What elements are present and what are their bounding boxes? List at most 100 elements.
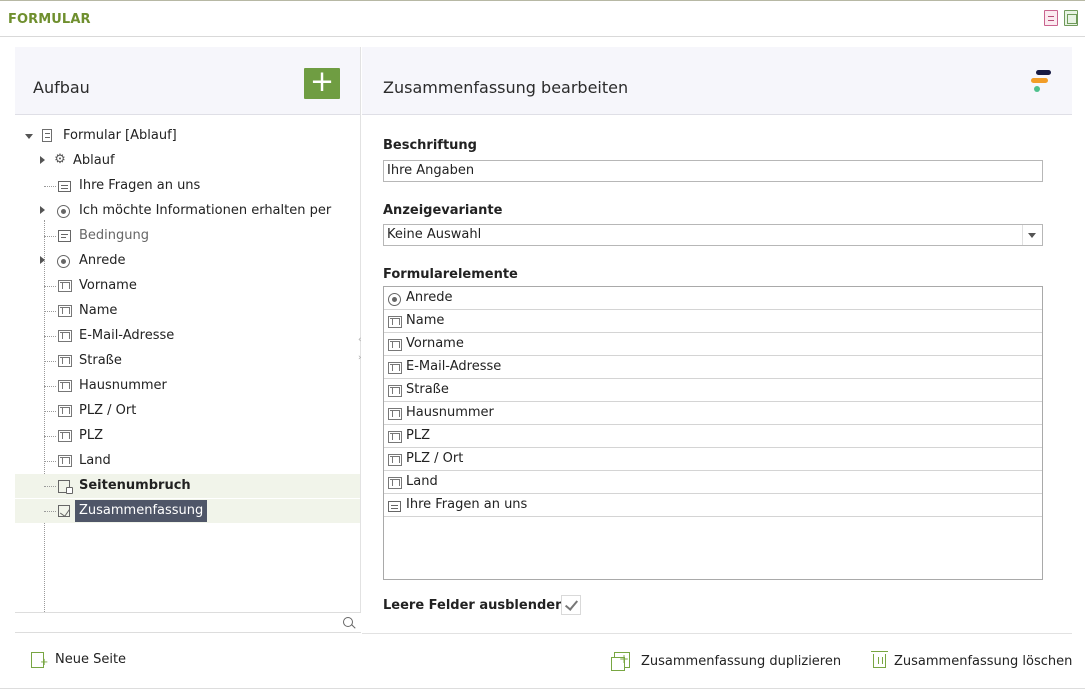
- tree-item-plz-ort[interactable]: PLZ / Ort: [15, 399, 360, 423]
- list-item[interactable]: Straße: [384, 379, 1042, 402]
- tree-item-label: Hausnummer: [79, 378, 167, 393]
- tree-connector: [44, 461, 56, 462]
- tree-connector: [44, 286, 56, 287]
- text-field-icon: [388, 316, 402, 328]
- caption-label: Beschriftung: [383, 138, 477, 153]
- list-item-label: Name: [406, 313, 445, 328]
- search-icon[interactable]: [343, 617, 353, 627]
- text-field-icon: [58, 405, 72, 417]
- tree-connector: [44, 311, 56, 312]
- structure-footer: Neue Seite: [15, 633, 361, 686]
- list-item[interactable]: Hausnummer: [384, 402, 1042, 425]
- tree-search-field[interactable]: [15, 612, 361, 633]
- tree-item-ihre-fragen[interactable]: Ihre Fragen an uns: [15, 174, 360, 198]
- text-field-icon: [58, 355, 72, 367]
- structure-header: Aufbau +: [15, 47, 360, 115]
- tree-connector: [44, 436, 56, 437]
- structure-tree: Formular [Ablauf] ⚙ Ablauf Ihre Fragen a…: [15, 116, 361, 620]
- tree-item-ablauf[interactable]: ⚙ Ablauf: [15, 149, 360, 173]
- tree-item-informationen[interactable]: Ich möchte Informationen erhalten per: [15, 199, 360, 223]
- tree-item-label: E-Mail-Adresse: [79, 328, 175, 343]
- tree-item-label: PLZ: [79, 428, 103, 443]
- tree-item-label: Name: [79, 303, 118, 318]
- add-element-button[interactable]: +: [304, 67, 340, 99]
- panel-splitter-icon[interactable]: ‹⋮›: [358, 336, 367, 391]
- list-item-label: Vorname: [406, 336, 464, 351]
- tree-connector: [44, 511, 56, 512]
- list-item-label: PLZ: [406, 428, 430, 443]
- tree-item-strasse[interactable]: Straße: [15, 349, 360, 373]
- list-item[interactable]: Land: [384, 471, 1042, 494]
- page-break-icon: [58, 480, 73, 494]
- list-item-label: Land: [406, 474, 438, 489]
- collapse-arrow-icon[interactable]: [40, 156, 45, 164]
- list-item-label: Anrede: [406, 290, 453, 305]
- structure-title: Aufbau: [33, 78, 90, 97]
- tree-item-label: Ich möchte Informationen erhalten per: [79, 203, 332, 218]
- tree-item-vorname[interactable]: Vorname: [15, 274, 360, 298]
- tree-item-zusammenfassung[interactable]: Zusammenfassung: [15, 499, 360, 523]
- text-field-icon: [388, 408, 402, 420]
- summary-header: Zusammenfassung bearbeiten: [362, 47, 1072, 115]
- list-item-label: Ihre Fragen an uns: [406, 497, 528, 512]
- caption-field[interactable]: Ihre Angaben: [383, 160, 1043, 182]
- form-elements-label: Formularelemente: [383, 267, 518, 282]
- tree-item-formular[interactable]: Formular [Ablauf]: [15, 124, 360, 148]
- tree-item-label: Seitenumbruch: [79, 478, 191, 493]
- form-editor-window: FORMULAR Aufbau + Formular [Ablauf] ⚙ Ab…: [0, 0, 1085, 698]
- tree-connector: [44, 186, 56, 187]
- gear-icon: ⚙: [54, 152, 66, 167]
- list-item-label: E-Mail-Adresse: [406, 359, 502, 374]
- display-variant-label: Anzeigevariante: [383, 203, 503, 218]
- form-elements-list[interactable]: Anrede Name Vorname E-Mail-Adresse Straß…: [383, 286, 1043, 580]
- bottom-border: [0, 688, 1085, 689]
- tree-item-anrede[interactable]: Anrede: [15, 249, 360, 273]
- text-field-icon: [58, 280, 72, 292]
- radio-icon: [57, 255, 70, 268]
- display-variant-select[interactable]: Keine Auswahl: [383, 224, 1043, 246]
- window-icon[interactable]: [1064, 10, 1078, 26]
- lines-icon: [58, 181, 71, 192]
- expand-arrow-icon[interactable]: [25, 134, 33, 139]
- duplicate-summary-button[interactable]: Zusammenfassung duplizieren: [641, 654, 841, 669]
- summary-edit-panel: Zusammenfassung bearbeiten Beschriftung …: [362, 47, 1072, 686]
- collapse-arrow-icon[interactable]: [40, 256, 45, 264]
- tree-item-seitenumbruch[interactable]: Seitenumbruch: [15, 474, 360, 498]
- hide-empty-checkbox[interactable]: [561, 595, 581, 615]
- document-icon[interactable]: [1044, 10, 1058, 26]
- tree-connector: [44, 361, 56, 362]
- tree-item-email[interactable]: E-Mail-Adresse: [15, 324, 360, 348]
- tree-connector: [44, 336, 56, 337]
- radio-icon: [57, 205, 70, 218]
- delete-summary-button[interactable]: Zusammenfassung löschen: [894, 654, 1072, 669]
- list-item[interactable]: Vorname: [384, 333, 1042, 356]
- list-item[interactable]: Name: [384, 310, 1042, 333]
- list-item[interactable]: Ihre Fragen an uns: [384, 494, 1042, 517]
- list-item[interactable]: E-Mail-Adresse: [384, 356, 1042, 379]
- list-item[interactable]: Anrede: [384, 287, 1042, 310]
- selected-tree-item-label: Zusammenfassung: [75, 500, 208, 522]
- text-field-icon: [388, 431, 402, 443]
- collapse-arrow-icon[interactable]: [40, 206, 45, 214]
- display-variant-value: Keine Auswahl: [387, 227, 482, 242]
- tree-item-label: Anrede: [79, 253, 126, 268]
- chevron-down-icon[interactable]: [1022, 225, 1042, 245]
- tree-item-name[interactable]: Name: [15, 299, 360, 323]
- top-bar: FORMULAR: [0, 0, 1085, 37]
- tree-item-label: Ihre Fragen an uns: [79, 178, 201, 193]
- summary-footer: Zusammenfassung duplizieren Zusammenfass…: [362, 633, 1072, 686]
- summary-title: Zusammenfassung bearbeiten: [383, 78, 629, 97]
- tree-connector: [44, 411, 56, 412]
- brand-logo-green-dot: [1034, 86, 1040, 92]
- trash-icon[interactable]: [871, 651, 888, 668]
- new-page-button[interactable]: Neue Seite: [55, 652, 126, 667]
- duplicate-icon[interactable]: [611, 652, 630, 671]
- list-item[interactable]: PLZ / Ort: [384, 448, 1042, 471]
- text-field-icon: [388, 477, 402, 489]
- tree-item-land[interactable]: Land: [15, 449, 360, 473]
- tree-item-plz[interactable]: PLZ: [15, 424, 360, 448]
- tree-item-bedingung[interactable]: Bedingung: [15, 224, 360, 248]
- tree-item-hausnummer[interactable]: Hausnummer: [15, 374, 360, 398]
- list-item[interactable]: PLZ: [384, 425, 1042, 448]
- new-page-icon[interactable]: [31, 652, 48, 668]
